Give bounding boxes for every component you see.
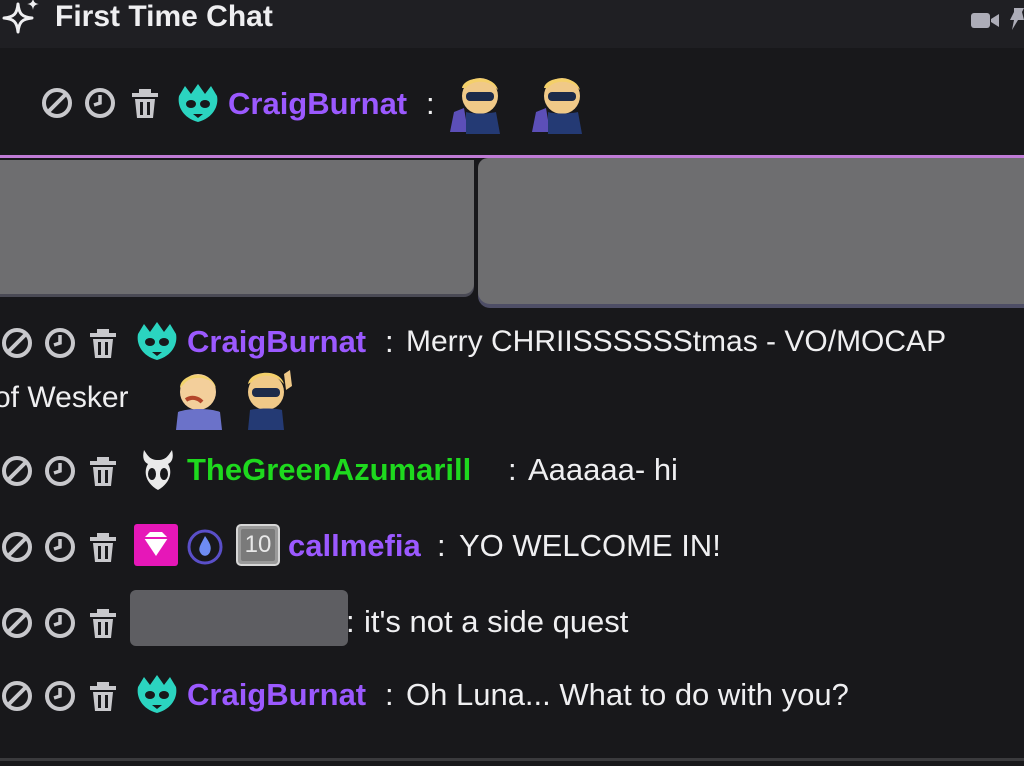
message-text: Aaaaaa- hi <box>528 452 678 487</box>
message-text: of Wesker <box>0 381 129 414</box>
timeout-icon[interactable] <box>43 606 77 640</box>
message-text: it's not a side quest <box>364 604 629 639</box>
timeout-icon[interactable] <box>83 86 117 120</box>
message-separator: : <box>508 452 517 487</box>
ban-icon[interactable] <box>0 530 34 564</box>
ban-icon[interactable] <box>0 679 34 713</box>
message-separator: : <box>385 324 394 359</box>
wesker-emote-icon[interactable] <box>168 366 232 430</box>
ban-icon[interactable] <box>0 454 34 488</box>
timeout-icon[interactable] <box>43 530 77 564</box>
chat-username[interactable]: CraigBurnat <box>228 80 407 128</box>
ban-icon[interactable] <box>0 606 34 640</box>
ban-icon[interactable] <box>40 86 74 120</box>
delete-icon[interactable] <box>128 86 162 120</box>
rat-badge-icon[interactable] <box>175 82 221 126</box>
message-separator: : <box>437 528 446 563</box>
delete-icon[interactable] <box>86 606 120 640</box>
hollow-knight-badge-icon[interactable] <box>138 448 178 492</box>
delete-icon[interactable] <box>86 679 120 713</box>
message-separator: : <box>426 86 435 121</box>
chat-header: First Time Chat <box>0 0 1024 48</box>
delete-icon[interactable] <box>86 454 120 488</box>
wesker-emote-icon[interactable] <box>446 72 510 136</box>
chat-message-list: CraigBurnat : CraigBurnat: Merry CHRIIS… <box>0 48 1024 766</box>
pin-icon[interactable] <box>1006 6 1024 32</box>
timeout-icon[interactable] <box>43 326 77 360</box>
page-title: First Time Chat <box>55 0 273 33</box>
delete-icon[interactable] <box>86 530 120 564</box>
chat-username[interactable]: CraigBurnat <box>187 671 366 719</box>
chat-message-continuation: of Wesker <box>0 370 1024 438</box>
ten-badge-label: 10 <box>244 531 272 558</box>
gem-badge-icon[interactable] <box>134 524 178 566</box>
chat-message: CraigBurnat : Merry CHRIISSSSSStmas - VO… <box>0 318 1024 366</box>
sparkle-icon <box>2 0 39 34</box>
chat-message: 10 callmefia : YO WELCOME IN! <box>0 522 1024 570</box>
chat-message: CraigBurnat : Oh Luna... What to do with… <box>0 671 1024 719</box>
rat-badge-icon[interactable] <box>134 673 180 717</box>
chat-username[interactable]: TheGreenAzumarill <box>187 446 471 494</box>
timeout-icon[interactable] <box>43 454 77 488</box>
first-time-chat-panel: First Time Chat CraigBurnat: CraigBurna… <box>0 0 1024 766</box>
ban-icon[interactable] <box>0 326 34 360</box>
chat-username[interactable]: callmefia <box>288 522 421 570</box>
message-text: Merry CHRIISSSSSStmas - VO/MOCAP <box>406 325 947 358</box>
redacted-username <box>130 590 348 646</box>
rat-badge-icon[interactable] <box>134 320 180 364</box>
camera-icon[interactable] <box>970 10 1000 30</box>
chat-username[interactable]: CraigBurnat <box>187 318 366 366</box>
message-text: YO WELCOME IN! <box>459 528 721 563</box>
timeout-icon[interactable] <box>43 679 77 713</box>
flame-badge-icon[interactable] <box>186 528 224 566</box>
divider <box>0 758 1024 761</box>
chat-message: TheGreenAzumarill : Aaaaaa- hi <box>0 446 1024 494</box>
message-text: Oh Luna... What to do with you? <box>406 677 849 712</box>
message-separator: : <box>385 677 394 712</box>
wesker-emote-icon[interactable] <box>528 72 592 136</box>
redacted-block <box>478 158 1024 304</box>
chat-message: CraigBurnat : <box>0 72 1024 136</box>
wesker-emote-icon[interactable] <box>238 366 302 430</box>
redacted-block <box>0 160 474 294</box>
delete-icon[interactable] <box>86 326 120 360</box>
